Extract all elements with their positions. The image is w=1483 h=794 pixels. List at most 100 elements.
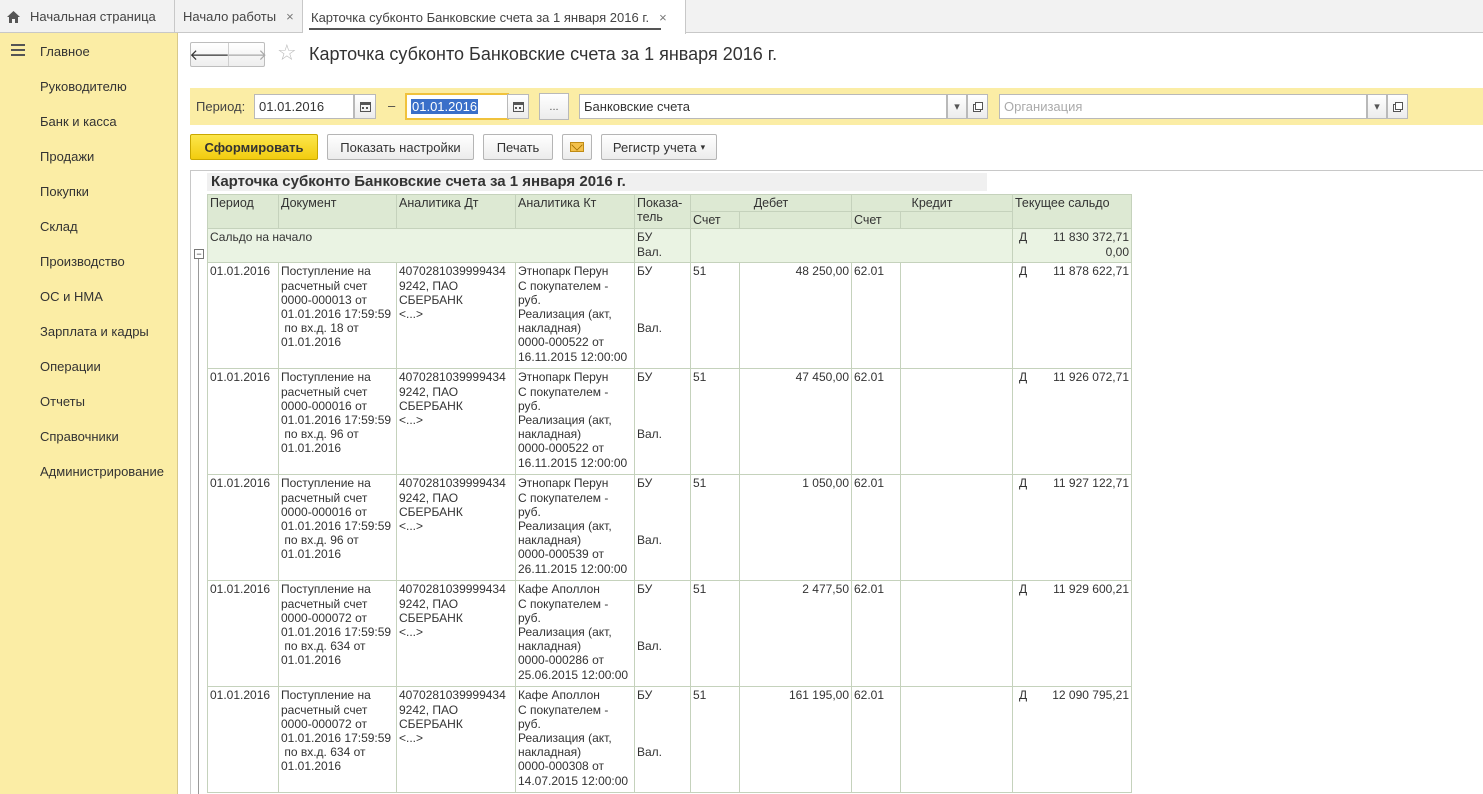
send-email-button[interactable] xyxy=(562,134,592,160)
cell-line: 4070281039999434 xyxy=(399,264,506,279)
collapse-icon[interactable]: − xyxy=(194,249,204,259)
sidebar-item-main[interactable]: Главное xyxy=(40,44,90,59)
opening-balance: Д 11 830 372,71 0,00 xyxy=(1012,228,1132,264)
sidebar-item-production[interactable]: Производство xyxy=(40,254,125,269)
calendar-icon[interactable] xyxy=(354,94,376,119)
date-from-field[interactable]: 01.01.2016 xyxy=(254,94,354,119)
cell-analytics-kt[interactable]: Этнопарк Перун С покупателем - руб. Реализа… xyxy=(515,474,635,582)
balance-side: Д xyxy=(1019,476,1028,491)
cell-debit-amount: 2 477,50 xyxy=(739,580,852,688)
open-icon[interactable] xyxy=(1387,94,1408,119)
cell-line: по вх.д. 96 от xyxy=(281,427,359,442)
sidebar-item-bank[interactable]: Банк и касса xyxy=(40,114,117,129)
sidebar-item-administration[interactable]: Администрирование xyxy=(40,464,164,479)
date-to-field[interactable]: 01.01.2016 xyxy=(405,93,509,120)
dropdown-arrow-icon[interactable]: ▾ xyxy=(1367,94,1387,119)
dropdown-arrow-icon[interactable]: ▾ xyxy=(947,94,967,119)
cell-document[interactable]: Поступление на расчетный счет 0000-000016 … xyxy=(278,368,397,476)
cell-line: С покупателем - xyxy=(518,702,609,717)
star-icon[interactable]: ☆ xyxy=(277,41,297,65)
cell-line: 01.01.2016 17:59:59 xyxy=(281,519,392,534)
cell-line: 0000-000522 от xyxy=(518,335,604,350)
cell-line: Реализация (акт, xyxy=(518,413,612,428)
cell-line: СБЕРБАНК xyxy=(399,610,463,625)
cell-credit-account: 62.01 xyxy=(851,368,901,476)
sidebar-item-manager[interactable]: Руководителю xyxy=(40,79,127,94)
tab-home[interactable]: Начальная страница xyxy=(0,0,175,33)
cell-line: С покупателем - xyxy=(518,384,609,399)
cell-analytics-kt[interactable]: Кафе Аполлон С покупателем - руб. Реализаци… xyxy=(515,580,635,688)
table-row[interactable]: 01.01.2016 Поступление на расчетный счет 00… xyxy=(207,262,1132,370)
tab-start[interactable]: Начало работы × xyxy=(175,0,303,33)
indicator-bu: БУ xyxy=(637,264,653,279)
sidebar-item-sales[interactable]: Продажи xyxy=(40,149,94,164)
cell-line: 01.01.2016 17:59:59 xyxy=(281,307,392,322)
cell-balance: Д 12 090 795,21 xyxy=(1012,686,1132,794)
organization-field[interactable]: Организация xyxy=(999,94,1367,119)
table-row[interactable]: 01.01.2016 Поступление на расчетный счет 00… xyxy=(207,368,1132,476)
cell-line: расчетный счет xyxy=(281,702,368,717)
generate-button[interactable]: Сформировать xyxy=(190,134,318,160)
cell-analytics-kt[interactable]: Этнопарк Перун С покупателем - руб. Реализа… xyxy=(515,262,635,370)
print-button[interactable]: Печать xyxy=(483,134,553,160)
forward-button[interactable]: 🡒 xyxy=(227,43,267,66)
cell-analytics-dt[interactable]: 4070281039999434 9242, ПАО СБЕРБАНК <...> xyxy=(396,474,516,582)
open-icon[interactable] xyxy=(967,94,988,119)
cell-analytics-dt[interactable]: 4070281039999434 9242, ПАО СБЕРБАНК <...> xyxy=(396,580,516,688)
cell-analytics-kt[interactable]: Кафе Аполлон С покупателем - руб. Реализаци… xyxy=(515,686,635,794)
indicator-val: Вал. xyxy=(637,426,663,441)
cell-analytics-dt[interactable]: 4070281039999434 9242, ПАО СБЕРБАНК <...> xyxy=(396,686,516,794)
cell-line: <...> xyxy=(399,731,424,746)
register-dropdown[interactable]: Регистр учета ▾ xyxy=(601,134,717,160)
mail-icon xyxy=(570,142,584,152)
cell-analytics-dt[interactable]: 4070281039999434 9242, ПАО СБЕРБАНК <...> xyxy=(396,368,516,476)
show-settings-button[interactable]: Показать настройки xyxy=(327,134,474,160)
cell-line: 01.01.2016 xyxy=(281,759,342,774)
indicator-bu: БУ xyxy=(637,476,653,491)
sidebar-item-payroll[interactable]: Зарплата и кадры xyxy=(40,324,149,339)
menu-icon[interactable] xyxy=(11,44,25,56)
cell-line: по вх.д. 96 от xyxy=(281,533,359,548)
cell-document[interactable]: Поступление на расчетный счет 0000-000016 … xyxy=(278,474,397,582)
cell-line: руб. xyxy=(518,504,541,519)
sidebar-item-reports[interactable]: Отчеты xyxy=(40,394,85,409)
subconto-field[interactable]: Банковские счета xyxy=(579,94,947,119)
cell-document[interactable]: Поступление на расчетный счет 0000-000072 … xyxy=(278,686,397,794)
cell-balance: Д 11 926 072,71 xyxy=(1012,368,1132,476)
report-area[interactable]: Карточка субконто Банковские счета за 1 … xyxy=(190,170,1483,794)
sidebar-item-fixed-assets[interactable]: ОС и НМА xyxy=(40,289,103,304)
balance-amount: 12 090 795,21 xyxy=(1052,688,1129,703)
cell-indicator: БУ Вал. xyxy=(634,580,691,688)
cell-line: 01.01.2016 xyxy=(281,653,342,668)
cell-document[interactable]: Поступление на расчетный счет 0000-000013 … xyxy=(278,262,397,370)
cell-line: накладная) xyxy=(518,745,582,760)
balance-amount: 11 929 600,21 xyxy=(1053,582,1129,597)
back-button[interactable]: 🡐 xyxy=(189,43,229,66)
indicator-val: Вал. xyxy=(637,532,663,547)
tab-report[interactable]: Карточка субконто Банковские счета за 1 … xyxy=(303,0,686,34)
cell-line: <...> xyxy=(399,307,424,322)
calendar-icon[interactable] xyxy=(507,94,529,119)
close-icon[interactable]: × xyxy=(659,10,667,25)
period-choose-button[interactable]: ... xyxy=(539,93,569,120)
cell-indicator: БУ Вал. xyxy=(634,262,691,370)
table-row[interactable]: 01.01.2016 Поступление на расчетный счет 00… xyxy=(207,580,1132,688)
cell-line: 9242, ПАО xyxy=(399,490,459,505)
close-icon[interactable]: × xyxy=(286,9,294,24)
cell-analytics-kt[interactable]: Этнопарк Перун С покупателем - руб. Реализа… xyxy=(515,368,635,476)
table-row[interactable]: 01.01.2016 Поступление на расчетный счет 00… xyxy=(207,686,1132,794)
sidebar-item-catalogs[interactable]: Справочники xyxy=(40,429,119,444)
cell-line: Реализация (акт, xyxy=(518,307,612,322)
balance-amount: 11 927 122,71 xyxy=(1053,476,1129,491)
opening-balance-row[interactable]: Сальдо на начало БУ Вал. Д 11 830 372,71… xyxy=(207,228,1132,264)
sidebar-item-purchases[interactable]: Покупки xyxy=(40,184,89,199)
cell-analytics-dt[interactable]: 4070281039999434 9242, ПАО СБЕРБАНК <...> xyxy=(396,262,516,370)
sidebar-item-operations[interactable]: Операции xyxy=(40,359,101,374)
cell-line: Этнопарк Перун xyxy=(518,370,609,385)
indicator-bu: БУ xyxy=(637,370,653,385)
indicator-bu: БУ xyxy=(637,582,653,597)
sidebar-item-warehouse[interactable]: Склад xyxy=(40,219,78,234)
cell-document[interactable]: Поступление на расчетный счет 0000-000072 … xyxy=(278,580,397,688)
cell-debit-amount: 1 050,00 xyxy=(739,474,852,582)
table-row[interactable]: 01.01.2016 Поступление на расчетный счет 00… xyxy=(207,474,1132,582)
